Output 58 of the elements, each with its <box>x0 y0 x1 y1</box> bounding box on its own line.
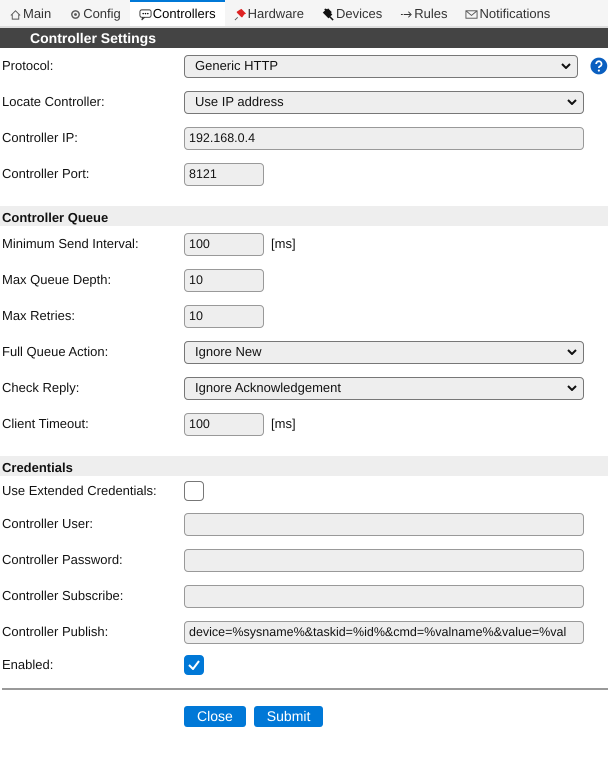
input-field[interactable]: 100 <box>184 412 264 436</box>
nav-tab[interactable]: Notifications <box>456 0 560 26</box>
nav-tab[interactable]: Rules <box>391 0 456 26</box>
input-field[interactable]: device=%sysname%&taskid=%id%&cmd=%valname%&value=%val <box>184 620 584 644</box>
field-label: Controller IP: <box>1 129 79 148</box>
field-label: Max Retries: <box>1 307 76 326</box>
section-heading: Controller Queue <box>0 206 608 226</box>
nav-tab[interactable]: Config <box>60 0 130 26</box>
input-field[interactable]: 10 <box>184 304 264 328</box>
field-label: Protocol: <box>1 57 54 76</box>
dropdown-field[interactable]: Use IP address <box>184 90 584 114</box>
input-field[interactable]: 192.168.0.4 <box>184 126 584 150</box>
unit-label: [ms] <box>271 415 296 434</box>
envelope-icon <box>465 8 478 20</box>
caret-icon <box>567 385 577 391</box>
input-field[interactable] <box>184 548 584 572</box>
field-label: Controller Subscribe: <box>1 587 124 606</box>
dropdown-field[interactable]: Ignore New <box>184 340 584 364</box>
section-title: Controller Settings <box>0 28 608 48</box>
dropdown-field[interactable]: Ignore Acknowledgement <box>184 376 584 400</box>
help-icon[interactable] <box>590 57 608 75</box>
field-label: Minimum Send Interval: <box>1 235 140 254</box>
plug-icon <box>322 8 335 20</box>
input-field[interactable]: 10 <box>184 268 264 292</box>
form-button[interactable]: Submit <box>254 706 324 727</box>
unit-label: [ms] <box>271 235 296 254</box>
nav-tab[interactable]: Controllers <box>130 0 225 26</box>
field-label: Controller User: <box>1 515 94 534</box>
field-label: Controller Port: <box>1 165 90 184</box>
checkbox[interactable] <box>184 481 204 501</box>
field-label: Controller Publish: <box>1 623 110 642</box>
field-label: Full Queue Action: <box>1 343 110 362</box>
house-icon <box>9 8 22 20</box>
field-label: Use Extended Credentials: <box>1 482 158 500</box>
field-label: Max Queue Depth: <box>1 271 112 290</box>
dropdown-field[interactable]: Generic HTTP <box>184 54 578 78</box>
field-label: Locate Controller: <box>1 93 106 112</box>
caret-icon <box>567 349 577 355</box>
checkbox[interactable] <box>184 655 204 675</box>
form-button[interactable]: Close <box>184 706 246 727</box>
check-icon <box>188 660 200 670</box>
field-label: Controller Password: <box>1 551 124 570</box>
field-label: Client Timeout: <box>1 415 90 434</box>
input-field[interactable] <box>184 512 584 536</box>
caret-icon <box>567 99 577 105</box>
pushpin-icon <box>234 8 247 20</box>
nav-tab[interactable]: Main <box>0 0 60 26</box>
input-field[interactable]: 8121 <box>184 162 264 186</box>
section-heading: Credentials <box>0 456 608 476</box>
nav-tab[interactable]: Hardware <box>224 0 313 26</box>
caret-icon <box>561 63 572 69</box>
chat-icon <box>138 8 152 20</box>
input-field[interactable] <box>184 584 584 608</box>
nav-tab[interactable]: Devices <box>312 0 392 26</box>
gear-icon <box>69 8 82 20</box>
field-label: Enabled: <box>1 656 54 674</box>
field-label: Check Reply: <box>1 379 80 398</box>
input-field[interactable]: 100 <box>184 232 264 256</box>
